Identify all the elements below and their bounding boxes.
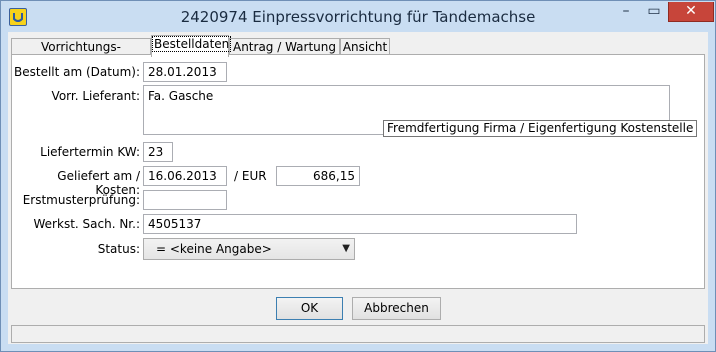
werkst-label: Werkst. Sach. Nr.: <box>33 217 140 231</box>
kosten-field[interactable]: 686,15 <box>276 166 360 186</box>
status-label: Status: <box>97 242 140 256</box>
status-select[interactable]: = <keine Angabe> ▼ <box>143 238 355 260</box>
minimize-button[interactable]: – <box>612 2 640 22</box>
liefertermin-kw-field[interactable]: 23 <box>143 142 173 162</box>
ok-button[interactable]: OK <box>276 297 343 320</box>
close-button[interactable]: ✕ <box>668 2 714 22</box>
lieferant-tooltip: Fremdfertigung Firma / Eigenfertigung Ko… <box>383 120 698 137</box>
werkst-sachnr-field[interactable]: 4505137 <box>143 214 577 234</box>
maximize-button[interactable]: ▭ <box>640 2 668 22</box>
liefertermin-label: Liefertermin KW: <box>40 145 140 159</box>
erstmuster-field[interactable] <box>143 190 227 210</box>
tab-label: Antrag / Wartung <box>232 40 336 54</box>
cancel-button[interactable]: Abbrechen <box>352 297 441 320</box>
status-bar <box>11 325 705 343</box>
geliefert-date-field[interactable]: 16.06.2013 <box>143 166 227 186</box>
tab-label: Bestelldaten <box>152 36 232 52</box>
eur-label: / EUR <box>234 169 267 183</box>
bestellt-label: Bestellt am (Datum): <box>14 65 140 79</box>
bestellt-date-field[interactable]: 28.01.2013 <box>143 62 227 82</box>
chevron-down-icon: ▼ <box>342 243 350 254</box>
dialog-window: 2420974 Einpressvorrichtung für Tandemac… <box>0 0 716 352</box>
lieferant-label: Vorr. Lieferant: <box>51 89 140 103</box>
erstmuster-label: Erstmusterprüfung: <box>22 193 140 207</box>
dialog-client: Vorrichtungs-Basisdaten Bestelldaten Ant… <box>8 32 708 344</box>
status-select-value: = <keine Angabe> <box>156 242 272 256</box>
tab-label: Ansicht <box>342 40 388 54</box>
window-title: 2420974 Einpressvorrichtung für Tandemac… <box>180 8 536 26</box>
tab-bestelldaten[interactable]: Bestelldaten <box>151 35 232 57</box>
title-bar[interactable]: 2420974 Einpressvorrichtung für Tandemac… <box>1 1 715 31</box>
tab-panel-bestelldaten: Bestellt am (Datum): 28.01.2013 Vorr. Li… <box>11 54 705 289</box>
